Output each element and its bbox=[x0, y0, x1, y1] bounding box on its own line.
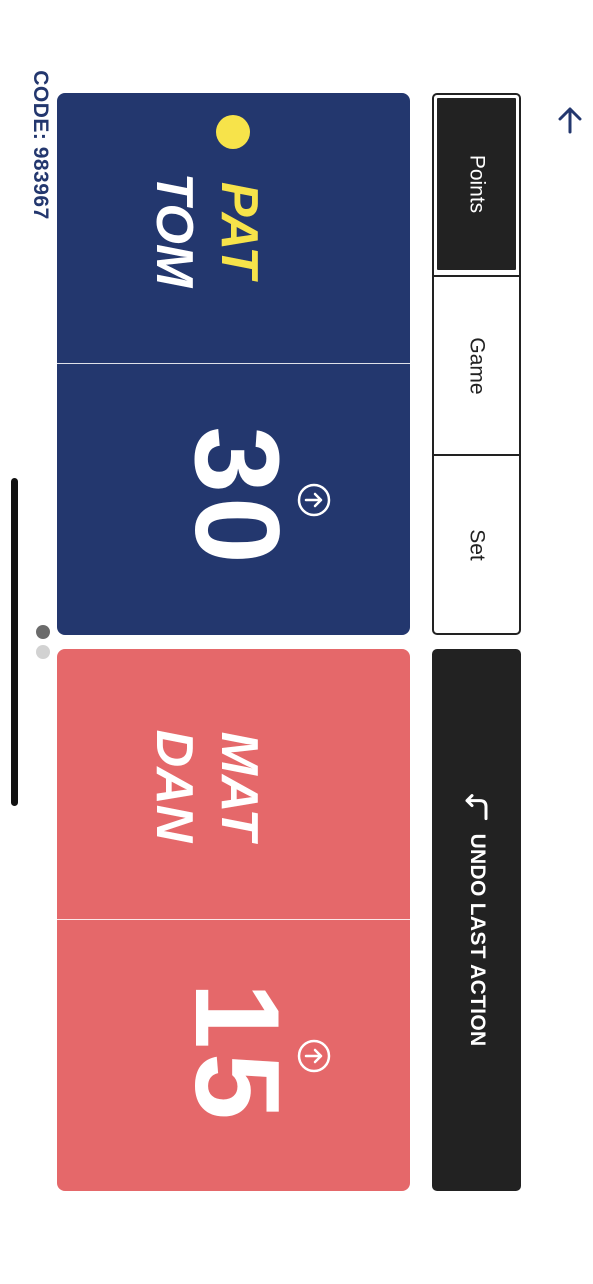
serve-indicator-dot bbox=[216, 115, 250, 149]
undo-label: UNDO LAST ACTION bbox=[465, 833, 489, 1047]
team-b-player-2: DAN bbox=[145, 729, 203, 843]
team-b-panel: MAT DAN 15 bbox=[57, 649, 410, 1191]
team-a-player-1: PAT bbox=[210, 181, 268, 279]
team-b-player-1: MAT bbox=[210, 731, 268, 841]
team-a-score: 30 bbox=[170, 426, 304, 568]
team-a-panel: PAT TOM 30 bbox=[57, 93, 410, 635]
tab-set[interactable]: Set bbox=[434, 454, 519, 633]
tab-points[interactable]: Points bbox=[434, 95, 519, 273]
panel-divider bbox=[57, 363, 410, 364]
team-b-score: 15 bbox=[170, 982, 304, 1124]
page-indicator-inactive[interactable] bbox=[36, 645, 50, 659]
scoring-mode-selector: Points Game Set bbox=[432, 93, 521, 635]
panel-divider bbox=[57, 919, 410, 920]
arrow-up-icon bbox=[558, 107, 582, 134]
undo-arrow-icon bbox=[465, 794, 487, 821]
tab-points-label: Points bbox=[465, 154, 489, 214]
tab-game-label: Game bbox=[465, 336, 489, 395]
tab-game[interactable]: Game bbox=[434, 275, 519, 454]
home-indicator bbox=[11, 478, 18, 806]
tab-set-label: Set bbox=[465, 528, 489, 561]
match-code-label: CODE: 983967 bbox=[29, 70, 52, 220]
back-button[interactable] bbox=[552, 102, 588, 138]
team-a-player-2: TOM bbox=[145, 172, 203, 288]
page-indicator-active[interactable] bbox=[36, 625, 50, 639]
match-code: CODE: 983967 bbox=[20, 60, 60, 230]
undo-last-action-button[interactable]: UNDO LAST ACTION bbox=[432, 649, 521, 1191]
